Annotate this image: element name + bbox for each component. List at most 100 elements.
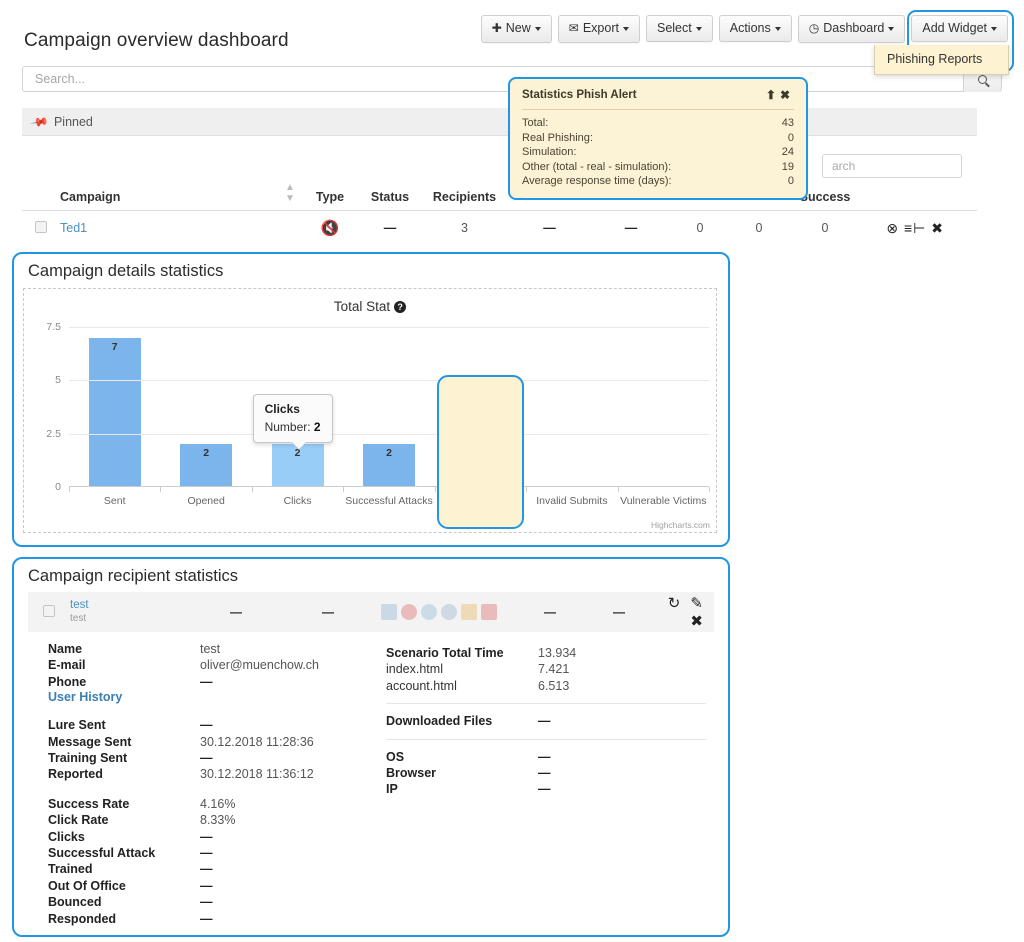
widget-row: Simulation: 24	[522, 145, 794, 160]
chart-x-labels: SentOpenedClicksSuccessful AttacksReport…	[69, 487, 710, 514]
field-value: —	[200, 895, 213, 910]
user-history-link[interactable]: User History	[48, 690, 378, 704]
help-icon[interactable]: ?	[394, 301, 407, 313]
recipient-col4: —	[613, 605, 625, 619]
mediaplayer-icon	[461, 604, 477, 620]
x-axis-tick	[343, 487, 345, 492]
actions-button[interactable]: Actions	[718, 15, 792, 43]
row-status: —	[383, 221, 397, 235]
pinned-label: Pinned	[53, 114, 93, 129]
widget-row-label: Real Phishing:	[522, 131, 593, 144]
chart-plot-area: 72221 02.557.5	[46, 321, 709, 493]
field-index-html: index.html 7.421	[386, 661, 706, 677]
recipient-checkbox[interactable]	[28, 604, 70, 620]
field-value: 6.513	[538, 678, 570, 693]
field-out-of-office: Out Of Office —	[48, 878, 378, 894]
export-button[interactable]: ✉ Export	[557, 15, 640, 43]
field-name: Name test	[48, 641, 378, 657]
table-header-row: Campaign ▲ ▼ Type Status Recipients Succe…	[22, 182, 977, 211]
widget-row-label: Simulation:	[522, 146, 577, 158]
header-campaign[interactable]: Campaign	[60, 190, 278, 204]
toolbar: ✚ New ✉ Export Select Actions ◷ Dashboard A…	[480, 10, 1015, 75]
highcharts-credit[interactable]: Highcharts.com	[651, 520, 710, 530]
field-value: 13.934	[538, 646, 577, 660]
header-recipients[interactable]: Recipients	[422, 190, 507, 204]
chevron-down-icon	[695, 26, 702, 31]
table-search-input[interactable]: arch	[822, 154, 962, 178]
grid-line	[69, 380, 709, 382]
field-label: Scenario Total Time	[386, 646, 504, 660]
x-axis-line	[69, 486, 709, 487]
field-responded: Responded —	[48, 911, 378, 927]
export-icon: ✉	[568, 21, 579, 35]
table-row[interactable]: Ted1 🔇 — 3 — — 0 0 0 ⊗ ≡⊢ ✖	[22, 211, 977, 242]
field-label: OS	[386, 749, 405, 764]
x-axis-tick-label: Clicks	[283, 495, 312, 507]
widget-title: Statistics Phish Alert	[522, 89, 637, 101]
row-success: 0	[821, 221, 829, 235]
search-placeholder: Search...	[35, 72, 86, 86]
widget-row: Average response time (days): 0	[522, 174, 794, 189]
field-value: 30.12.2018 11:36:12	[200, 767, 314, 782]
campaign-link[interactable]: Ted1	[60, 221, 87, 235]
chart-bar[interactable]	[88, 337, 141, 487]
pin-up-icon[interactable]: ⬆	[766, 88, 780, 102]
widget-row-value: 19	[781, 160, 794, 173]
recipient-action-icons[interactable]: ↻ ✎ ✖	[652, 594, 714, 630]
sort-arrow-icon[interactable]: ▲ ▼	[278, 182, 302, 204]
row-checkbox[interactable]	[22, 220, 60, 236]
field-label: Successful Attack	[48, 846, 156, 861]
select-button[interactable]: Select	[645, 15, 713, 43]
recipient-name-cell: test test	[70, 599, 180, 625]
field-value: 4.16%	[200, 796, 236, 811]
recipient-col3: —	[544, 605, 556, 619]
new-button[interactable]: ✚ New	[480, 15, 552, 43]
chart-container: Total Stat? 72221 02.557.5 SentOpenedCli…	[23, 288, 717, 533]
dropdown-item-phishing-reports[interactable]: Phishing Reports	[875, 45, 1008, 74]
add-widget-wrapper: Add Widget Phishing Reports	[874, 10, 1015, 75]
x-axis-tick	[709, 487, 710, 492]
field-training-sent: Training Sent —	[48, 750, 378, 766]
recipient-col2: —	[322, 605, 334, 619]
chevron-down-icon	[774, 26, 781, 31]
field-label: account.html	[386, 678, 457, 693]
field-label: Message Sent	[48, 734, 132, 749]
divider	[386, 738, 706, 740]
java-icon	[381, 604, 397, 620]
widget-row-label: Total:	[522, 117, 549, 129]
x-axis-tick-label: Successful Attacks	[345, 495, 433, 507]
widget-rows: Total: 43 Real Phishing: 0 Simulation: 2…	[522, 110, 794, 189]
row-recipients: 3	[461, 221, 468, 235]
x-axis-tick	[251, 487, 253, 492]
recipient-left-column: Name test E-mail oliver@muenchow.ch Phon…	[48, 641, 378, 927]
header-type[interactable]: Type	[302, 190, 358, 204]
chart-tooltip: Clicks Number: 2	[252, 394, 333, 450]
header-status[interactable]: Status	[358, 190, 422, 204]
field-lure-sent: Lure Sent —	[48, 717, 378, 733]
field-value: —	[538, 782, 551, 797]
recipient-name-link[interactable]: test	[70, 599, 180, 612]
y-axis-tick-label: 2.5	[46, 427, 61, 440]
add-widget-button[interactable]: Add Widget	[911, 15, 1008, 43]
recipient-row[interactable]: test test — — — — ↻ ✎ ✖	[28, 592, 714, 632]
pdf-icon	[481, 604, 497, 620]
row-col7: 0	[696, 221, 704, 235]
campaign-details-panel: Campaign details statistics Total Stat? …	[12, 252, 730, 547]
widget-row-value: 0	[787, 131, 794, 144]
field-value: 7.421	[538, 662, 570, 677]
field-label: Lure Sent	[48, 718, 106, 733]
widget-header-icons[interactable]: ⬆✖	[766, 88, 794, 102]
dashboard-button[interactable]: ◷ Dashboard	[797, 15, 906, 43]
field-label: Training Sent	[48, 751, 128, 766]
field-value: —	[538, 749, 551, 764]
screenshot-root: Campaign overview dashboard ✚ New ✉ Export…	[0, 0, 1024, 942]
close-icon[interactable]: ✖	[780, 88, 794, 102]
chart-bars: 72221	[69, 327, 709, 487]
page-title: Campaign overview dashboard	[24, 30, 289, 51]
field-os: OS —	[386, 749, 706, 765]
field-value: —	[538, 766, 551, 781]
row-action-icons[interactable]: ⊗ ≡⊢ ✖	[862, 220, 948, 237]
field-label: Clicks	[48, 829, 85, 844]
field-value: —	[200, 829, 213, 844]
y-axis-tick-label: 0	[55, 481, 61, 493]
